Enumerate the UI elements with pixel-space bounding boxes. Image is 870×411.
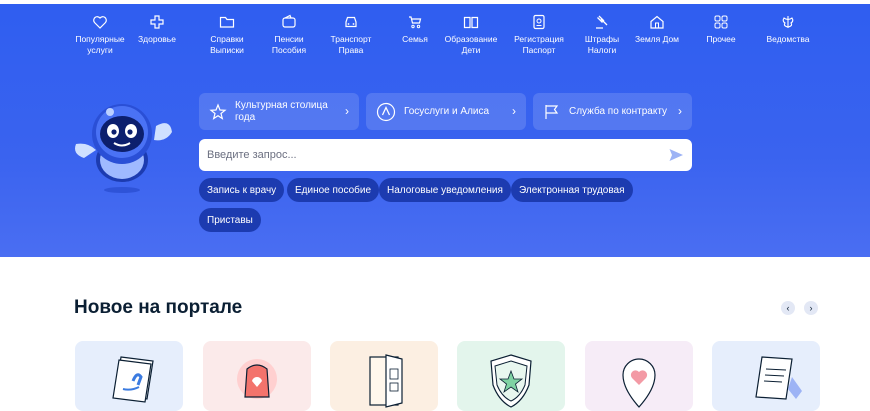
category-label: Справки Выписки <box>210 34 244 55</box>
chevron-right-icon: › <box>512 104 516 118</box>
category-label: Образование Дети <box>444 34 498 55</box>
news-card-4[interactable] <box>457 341 565 411</box>
section-title: Новое на портале <box>74 297 243 318</box>
carousel-next-button[interactable]: › <box>804 301 818 315</box>
shield-star-icon <box>490 354 532 408</box>
gavel-icon <box>596 15 608 29</box>
news-card-1[interactable] <box>75 341 183 411</box>
category-registration[interactable]: Регистрация Паспорт <box>504 14 574 56</box>
category-nav: Популярные услуги Здоровье Справки Выпис… <box>0 14 870 74</box>
book-icon <box>463 16 479 29</box>
door-icon <box>369 354 403 408</box>
house-icon <box>650 15 664 29</box>
quick-link-label: Служба по контракту <box>569 105 668 117</box>
send-arrow-icon[interactable] <box>668 147 684 168</box>
passport-icon <box>533 14 545 30</box>
folder-icon <box>219 16 235 28</box>
category-label: Пенсии Пособия <box>271 34 307 55</box>
siren-icon <box>237 359 277 399</box>
car-icon <box>345 16 357 28</box>
category-land[interactable]: Земля Дом <box>622 14 692 45</box>
certificate-icon <box>755 356 802 400</box>
category-agencies[interactable]: Ведомства <box>753 14 823 45</box>
grid-icon <box>714 15 728 29</box>
flag-icon <box>543 103 561 121</box>
category-label: Ведомства <box>766 34 810 44</box>
category-education[interactable]: Образование Дети <box>436 14 506 56</box>
news-card-2[interactable] <box>203 341 311 411</box>
quick-link-alice[interactable]: Госуслуги и Алиса › <box>366 93 526 130</box>
tag-doctor[interactable]: Запись к врачу <box>199 178 285 202</box>
wallet-icon <box>282 14 296 28</box>
news-card-3[interactable] <box>330 341 438 411</box>
category-label: Транспорт Права <box>330 34 372 55</box>
quick-link-label: Госуслуги и Алиса <box>404 105 490 117</box>
heart-icon <box>93 16 107 29</box>
category-label: Здоровье <box>138 34 176 44</box>
category-health[interactable]: Здоровье <box>122 14 192 45</box>
quick-link-culture[interactable]: Культурная столица года › <box>199 93 359 130</box>
emblem-icon <box>782 16 794 28</box>
heart-pin-icon <box>622 358 656 408</box>
search-box <box>199 139 692 171</box>
category-label: Регистрация Паспорт <box>514 34 564 55</box>
tag-tax-notices[interactable]: Налоговые уведомления <box>379 178 511 202</box>
news-card-6[interactable] <box>712 341 820 411</box>
news-card-5[interactable] <box>585 341 693 411</box>
star-icon <box>209 102 227 121</box>
category-pensions[interactable]: Пенсии Пособия <box>254 14 324 56</box>
category-label: Земля Дом <box>634 34 680 44</box>
carousel-prev-button[interactable]: ‹ <box>781 301 795 315</box>
chevron-right-icon: › <box>678 104 682 118</box>
category-certificates[interactable]: Справки Выписки <box>192 14 262 56</box>
search-input[interactable] <box>199 139 659 171</box>
quick-link-label: Культурная столица года <box>235 99 328 123</box>
chevron-right-icon: › <box>345 104 349 118</box>
document-icon <box>112 356 154 403</box>
alice-icon <box>376 102 396 122</box>
tag-bailiffs[interactable]: Приставы <box>199 208 261 232</box>
category-other[interactable]: Прочее <box>686 14 756 45</box>
quick-link-contract[interactable]: Служба по контракту › <box>533 93 692 130</box>
category-transport[interactable]: Транспорт Права <box>316 14 386 56</box>
stroller-icon <box>409 16 422 29</box>
medical-cross-icon <box>150 15 164 29</box>
tag-benefit[interactable]: Единое пособие <box>287 178 380 202</box>
category-label: Прочее <box>706 34 736 44</box>
robot-mascot <box>75 104 172 193</box>
tag-work-book[interactable]: Электронная трудовая <box>511 178 633 202</box>
